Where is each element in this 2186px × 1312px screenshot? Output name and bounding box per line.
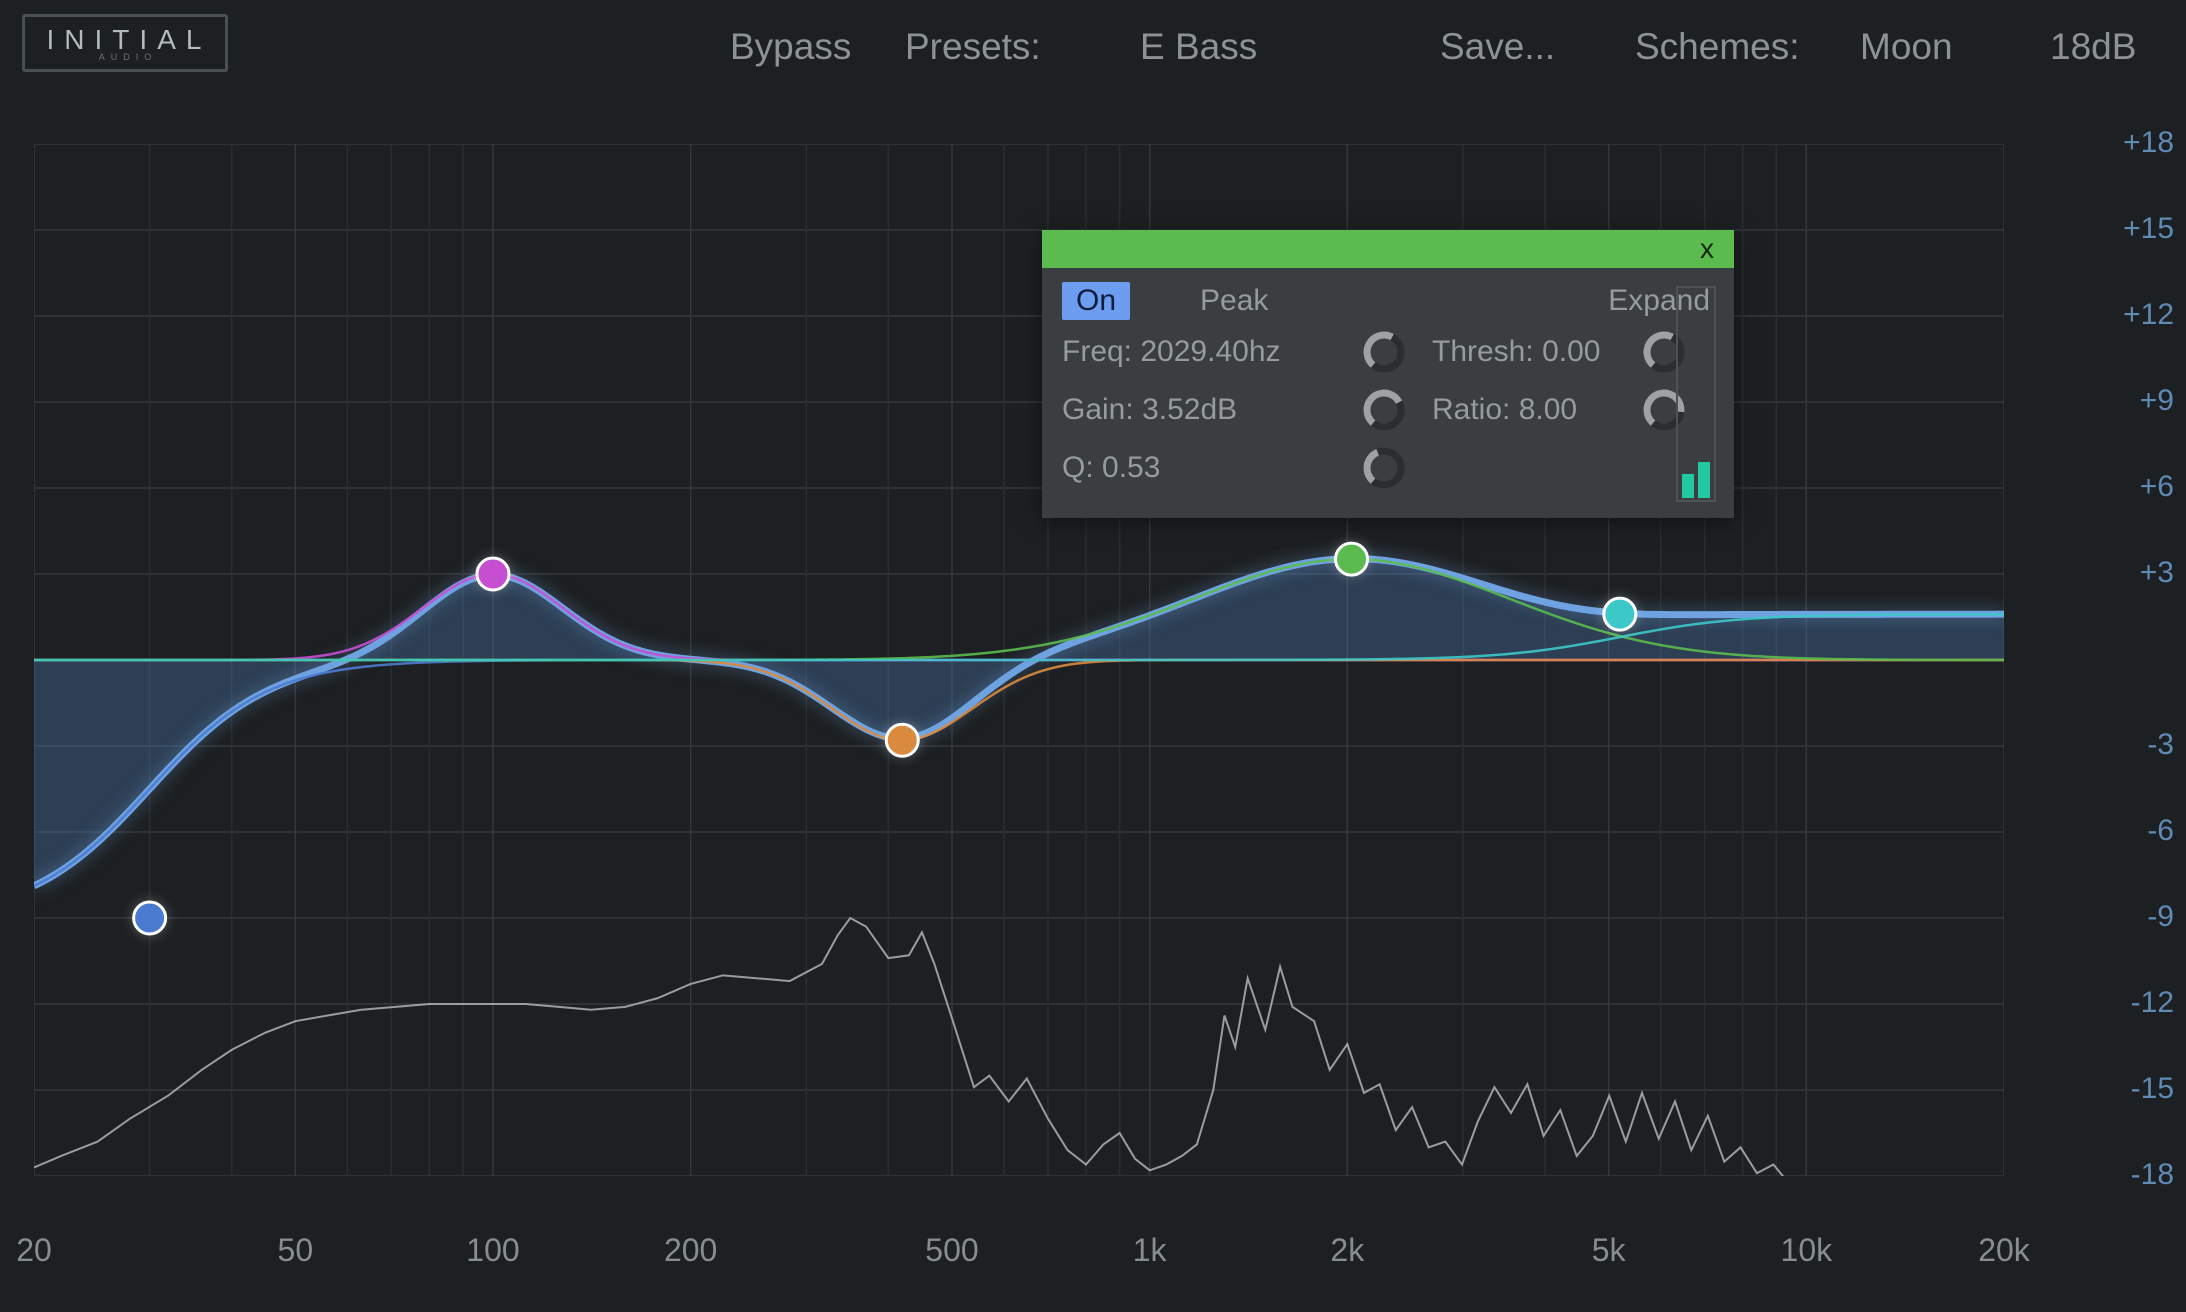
- band-node-3[interactable]: [886, 724, 918, 756]
- band-node-4[interactable]: [1335, 543, 1367, 575]
- brand-logo: INITIAL AUDIO: [22, 14, 228, 72]
- y-tick: -3: [2094, 728, 2174, 762]
- x-tick: 5k: [1592, 1232, 1626, 1269]
- q-readout: Q: 0.53: [1062, 451, 1362, 485]
- q-knob[interactable]: [1362, 446, 1406, 490]
- scheme-selector[interactable]: Moon: [1860, 26, 1953, 68]
- range-selector[interactable]: 18dB: [2050, 26, 2136, 68]
- y-tick: +18: [2094, 126, 2174, 160]
- gain-readout: Gain: 3.52dB: [1062, 393, 1362, 427]
- y-tick: +9: [2094, 384, 2174, 418]
- x-tick: 2k: [1330, 1232, 1364, 1269]
- thresh-readout: Thresh: 0.00: [1432, 335, 1642, 369]
- toolbar: INITIAL AUDIO Bypass Presets: E Bass Sav…: [0, 0, 2186, 96]
- y-tick: +12: [2094, 298, 2174, 332]
- freq-readout: Freq: 2029.40hz: [1062, 335, 1362, 369]
- x-tick: 1k: [1133, 1232, 1167, 1269]
- brand-logo-sub: AUDIO: [93, 52, 158, 62]
- ratio-readout: Ratio: 8.00: [1432, 393, 1642, 427]
- gain-reduction-meter: [1676, 286, 1716, 502]
- y-tick: +6: [2094, 470, 2174, 504]
- y-tick: -15: [2094, 1072, 2174, 1106]
- save-button[interactable]: Save...: [1440, 26, 1555, 68]
- x-tick: 50: [278, 1232, 314, 1269]
- presets-label: Presets:: [905, 26, 1041, 68]
- preset-selector[interactable]: E Bass: [1140, 26, 1257, 68]
- band-type-select[interactable]: Peak: [1200, 284, 1268, 318]
- schemes-label: Schemes:: [1635, 26, 1800, 68]
- band-node-2[interactable]: [477, 558, 509, 590]
- band-popup[interactable]: x On Peak Expand Freq: 2029.40hz Thresh:…: [1042, 230, 1734, 518]
- band-popup-titlebar[interactable]: x: [1042, 230, 1734, 268]
- band-node-1[interactable]: [134, 902, 166, 934]
- y-tick: -9: [2094, 900, 2174, 934]
- x-tick: 100: [466, 1232, 519, 1269]
- band-on-button[interactable]: On: [1062, 282, 1130, 320]
- y-tick: -6: [2094, 814, 2174, 848]
- band-node-5[interactable]: [1604, 598, 1636, 630]
- y-tick: +15: [2094, 212, 2174, 246]
- x-tick: 500: [925, 1232, 978, 1269]
- x-tick: 10k: [1781, 1232, 1833, 1269]
- bypass-button[interactable]: Bypass: [730, 26, 851, 68]
- close-icon[interactable]: x: [1700, 233, 1734, 265]
- x-tick: 200: [664, 1232, 717, 1269]
- y-tick: -12: [2094, 986, 2174, 1020]
- y-tick: -18: [2094, 1158, 2174, 1192]
- x-tick: 20: [16, 1232, 52, 1269]
- y-tick: +3: [2094, 556, 2174, 590]
- gain-knob[interactable]: [1362, 388, 1406, 432]
- freq-knob[interactable]: [1362, 330, 1406, 374]
- x-tick: 20k: [1978, 1232, 2030, 1269]
